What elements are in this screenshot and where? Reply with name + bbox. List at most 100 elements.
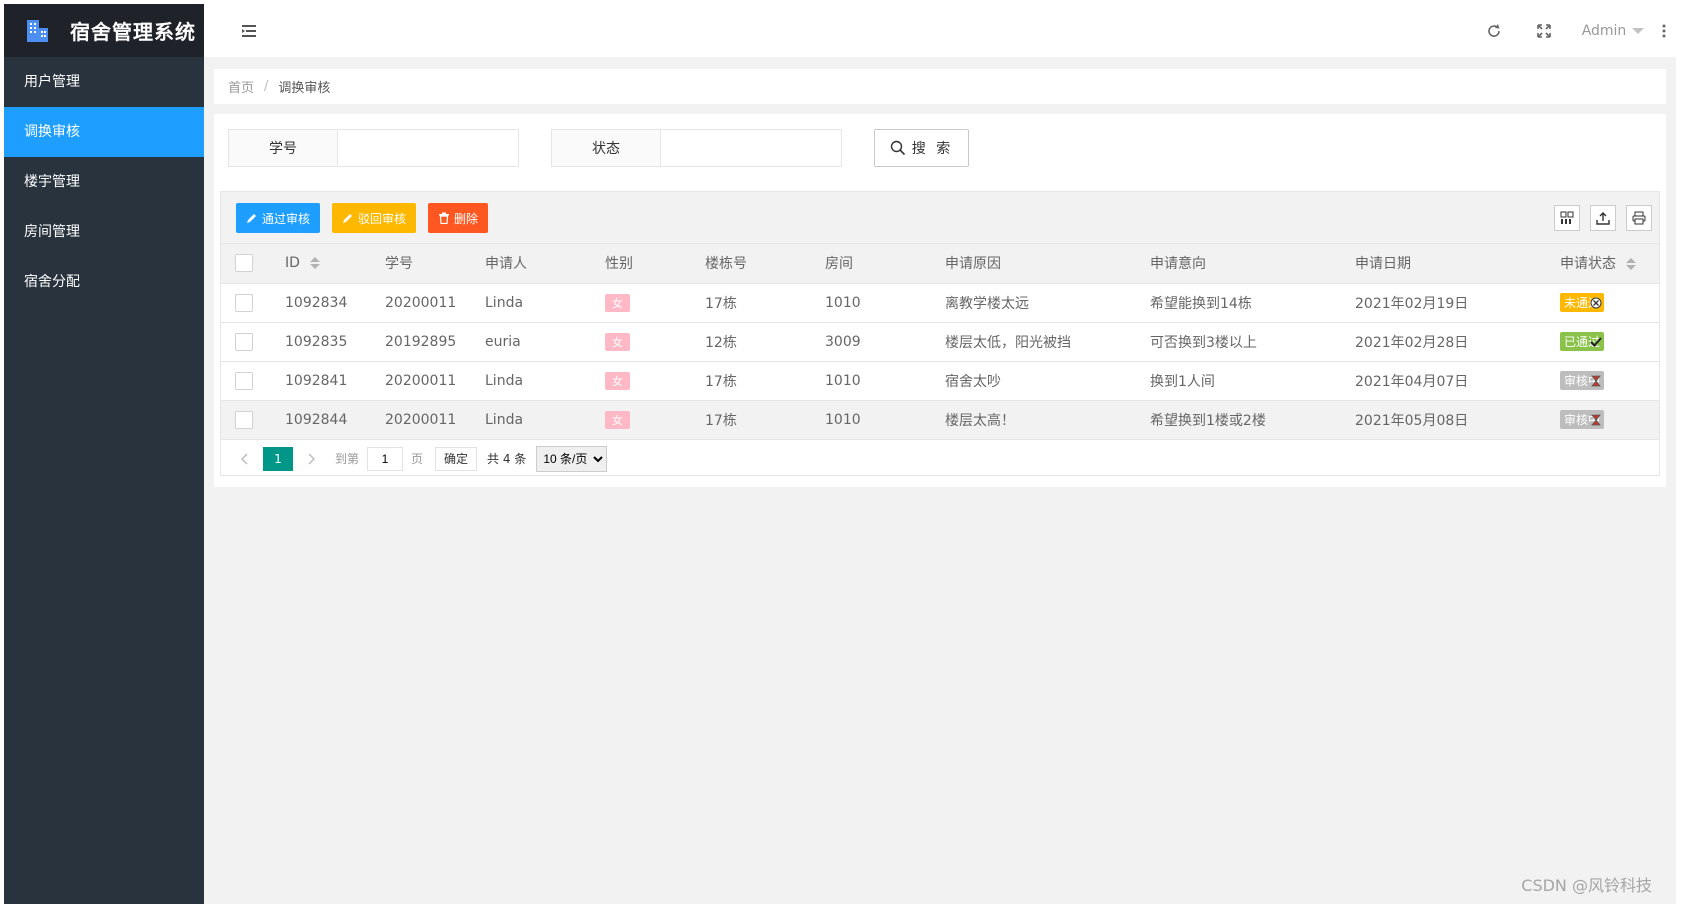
sidebar-item-dorm-assign[interactable]: 宿舍分配 xyxy=(4,257,204,307)
col-date: 申请日期 xyxy=(1341,244,1546,284)
id-value: 1092844 xyxy=(285,411,348,428)
table-row[interactable]: 1092841 20200011 Linda 女 17栋 1010 宿舍太吵 换到1人间 202… xyxy=(221,361,1659,401)
col-intent-label: 申请意向 xyxy=(1150,256,1206,273)
gender-tag: 女 xyxy=(605,332,630,351)
cell-room: 1010 xyxy=(811,400,931,440)
delete-button-label: 删除 xyxy=(454,211,479,226)
status-input[interactable] xyxy=(661,130,841,166)
date-value: 2021年05月08日 xyxy=(1355,412,1469,429)
row-select-cell xyxy=(221,361,271,401)
approve-button[interactable]: 通过审核 xyxy=(236,203,321,233)
col-reason-label: 申请原因 xyxy=(945,256,1001,273)
print-icon[interactable] xyxy=(1626,205,1652,231)
col-intent: 申请意向 xyxy=(1136,244,1341,284)
row-select-cell xyxy=(221,322,271,362)
intent-value: 可否换到3楼以上 xyxy=(1150,334,1257,351)
cell-name: Linda xyxy=(471,361,591,401)
page-size-select[interactable]: 10 条/页 xyxy=(536,445,608,472)
date-value: 2021年02月28日 xyxy=(1355,334,1469,351)
menu-toggle-icon[interactable] xyxy=(234,4,264,57)
cell-reason: 楼层太高！ xyxy=(931,400,1136,440)
cell-date: 2021年04月07日 xyxy=(1341,361,1546,401)
cell-building: 17栋 xyxy=(691,400,811,440)
hourglass-icon xyxy=(1591,375,1601,387)
cell-status: 审核中 xyxy=(1546,361,1659,401)
cell-building: 17栋 xyxy=(691,283,811,323)
sort-icon[interactable] xyxy=(1626,258,1637,271)
table-row[interactable]: 1092834 20200011 Linda 女 17栋 1010 离教学楼太远 希望能换到1… xyxy=(221,283,1659,323)
col-building: 楼栋号 xyxy=(691,244,811,284)
refresh-icon[interactable] xyxy=(1476,4,1512,57)
more-vertical-icon[interactable] xyxy=(1654,4,1674,57)
cell-date: 2021年02月19日 xyxy=(1341,283,1546,323)
search-button[interactable]: 搜 索 xyxy=(874,129,969,167)
columns-filter-icon[interactable] xyxy=(1554,205,1580,231)
sidebar-item-users[interactable]: 用户管理 xyxy=(4,57,204,107)
cell-id: 1092835 xyxy=(271,322,371,362)
export-icon[interactable] xyxy=(1590,205,1616,231)
student-no-input[interactable] xyxy=(338,130,518,166)
room-value: 3009 xyxy=(825,333,861,350)
search-button-label: 搜 索 xyxy=(911,141,954,157)
cell-intent: 换到1人间 xyxy=(1136,361,1341,401)
edit-icon xyxy=(247,214,256,223)
user-menu[interactable]: Admin xyxy=(1578,4,1648,57)
student-no-value: 20200011 xyxy=(385,411,457,428)
fullscreen-icon[interactable] xyxy=(1526,4,1562,57)
breadcrumb-home[interactable]: 首页 xyxy=(228,77,254,96)
breadcrumb-current: 调换审核 xyxy=(278,81,331,96)
col-status[interactable]: 申请状态 xyxy=(1546,244,1659,284)
building-value: 17栋 xyxy=(705,373,737,390)
row-checkbox[interactable] xyxy=(235,293,253,312)
reason-value: 楼层太低，阳光被挡 xyxy=(945,334,1071,351)
row-checkbox[interactable] xyxy=(235,371,253,390)
building-value: 17栋 xyxy=(705,412,737,429)
sort-icon[interactable] xyxy=(310,257,321,270)
col-id[interactable]: ID xyxy=(271,244,371,284)
sidebar-item-buildings[interactable]: 楼宇管理 xyxy=(4,157,204,207)
cell-building: 12栋 xyxy=(691,322,811,362)
trash-icon xyxy=(439,212,449,224)
cell-reason: 离教学楼太远 xyxy=(931,283,1136,323)
col-gender: 性别 xyxy=(591,244,691,284)
current-page[interactable]: 1 xyxy=(263,446,293,471)
delete-button[interactable]: 删除 xyxy=(428,203,489,233)
goto-page-input[interactable] xyxy=(367,446,404,471)
name-value: euria xyxy=(485,333,521,350)
reject-button[interactable]: 驳回审核 xyxy=(332,203,417,233)
id-value: 1092835 xyxy=(285,333,348,350)
intent-value: 希望能换到14栋 xyxy=(1150,295,1252,312)
select-all-checkbox[interactable] xyxy=(235,254,253,273)
cell-room: 3009 xyxy=(811,322,931,362)
col-gender-label: 性别 xyxy=(605,256,633,273)
col-applicant: 申请人 xyxy=(471,244,591,284)
goto-confirm-button[interactable]: 确定 xyxy=(435,446,478,471)
cell-gender: 女 xyxy=(591,283,691,323)
room-value: 1010 xyxy=(825,411,861,428)
cell-intent: 可否换到3楼以上 xyxy=(1136,322,1341,362)
content-card: 学号 状态 搜 索 通过审核 驳回审核 删除 ID 学号 申请人 性别 楼栋号 … xyxy=(214,114,1666,487)
col-reason: 申请原因 xyxy=(931,244,1136,284)
table-row[interactable]: 1092844 20200011 Linda 女 17栋 1010 楼层太高！ 希望换到1楼或… xyxy=(221,400,1659,440)
sidebar-item-transfer-review[interactable]: 调换审核 xyxy=(4,107,204,157)
row-checkbox[interactable] xyxy=(235,410,253,429)
cell-room: 1010 xyxy=(811,361,931,401)
cell-intent: 希望换到1楼或2楼 xyxy=(1136,400,1341,440)
cell-student-no: 20200011 xyxy=(371,400,471,440)
status-search: 状态 xyxy=(551,129,842,167)
gender-tag: 女 xyxy=(605,410,630,429)
chevron-down-icon xyxy=(1632,27,1645,34)
room-value: 1010 xyxy=(825,372,861,389)
sidebar-item-rooms[interactable]: 房间管理 xyxy=(4,207,204,257)
row-checkbox[interactable] xyxy=(235,332,253,351)
building-value: 12栋 xyxy=(705,334,737,351)
pagination: 1 到第 页 确定 共 4 条 10 条/页 xyxy=(221,440,1659,478)
select-all-cell xyxy=(221,244,271,284)
prev-page-icon[interactable] xyxy=(233,447,255,471)
next-page-icon[interactable] xyxy=(301,447,323,471)
cell-student-no: 20200011 xyxy=(371,283,471,323)
table-row[interactable]: 1092835 20192895 euria 女 12栋 3009 楼层太低，阳光被挡 可否换… xyxy=(221,322,1659,362)
cell-gender: 女 xyxy=(591,361,691,401)
id-value: 1092841 xyxy=(285,372,348,389)
student-no-value: 20200011 xyxy=(385,372,457,389)
